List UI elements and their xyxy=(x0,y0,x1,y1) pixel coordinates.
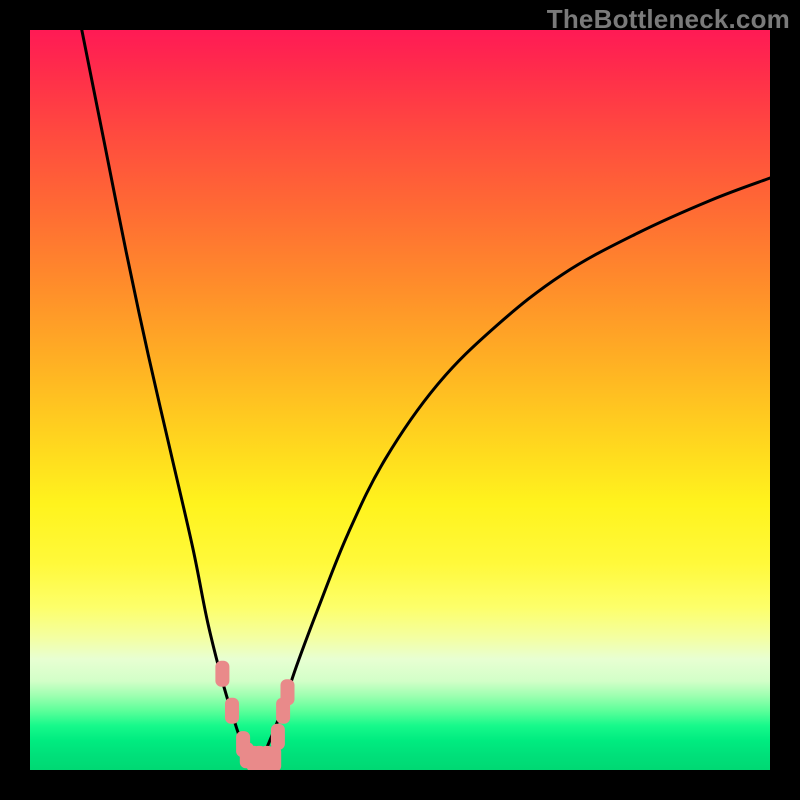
marker-point xyxy=(271,724,285,750)
chart-frame: TheBottleneck.com xyxy=(0,0,800,800)
marker-point xyxy=(215,661,229,687)
curve-layer xyxy=(30,30,770,770)
highlight-markers xyxy=(215,661,294,770)
plot-area xyxy=(30,30,770,770)
bottleneck-curve xyxy=(82,30,770,770)
marker-point xyxy=(281,679,295,705)
bottleneck-path xyxy=(82,30,770,770)
marker-point xyxy=(225,698,239,724)
attribution-label: TheBottleneck.com xyxy=(547,4,790,35)
